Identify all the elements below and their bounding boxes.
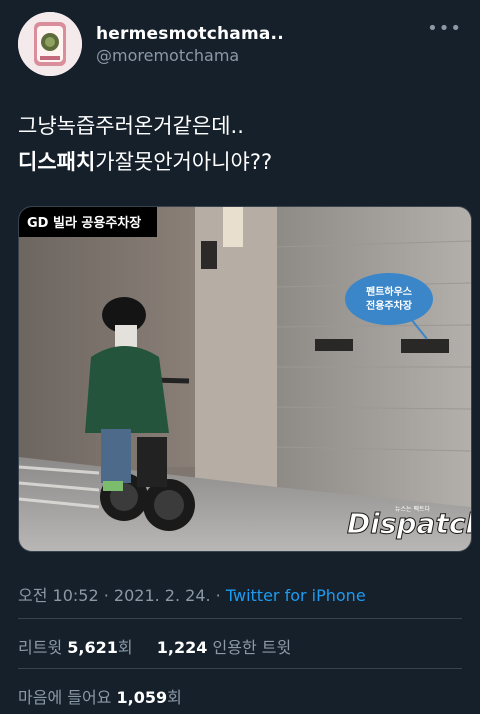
tweet-time[interactable]: 오전 10:52 <box>18 586 99 605</box>
callout-line1: 펜트하우스 <box>366 285 412 298</box>
tweet-meta: 오전 10:52 · 2021. 2. 24. · Twitter for iP… <box>18 582 366 606</box>
tweet-text-rest: 가잘못안거아니야?? <box>95 150 273 174</box>
tweet-header: hermesmotchama.. @moremotchama ••• <box>18 12 462 78</box>
retweets-count[interactable]: 5,621 <box>67 638 118 657</box>
quotes-label[interactable]: 인용한 트윗 <box>213 638 292 657</box>
meta-separator: · <box>210 586 226 605</box>
tweet-client-link[interactable]: Twitter for iPhone <box>226 586 366 605</box>
tweet-photo[interactable]: 펜트하우스 전용주차장 GD 빌라 공용주차장 Dispatch 뉴스는 팩트다 <box>18 206 472 552</box>
likes-label[interactable]: 마음에 들어요 <box>18 688 111 707</box>
retweets-unit: 회 <box>117 638 133 657</box>
location-label: GD 빌라 공용주차장 <box>27 215 141 231</box>
more-dots-icon[interactable]: ••• <box>427 18 462 39</box>
user-handle[interactable]: @moremotchama <box>96 46 284 65</box>
retweets-label[interactable]: 리트윗 <box>18 638 62 657</box>
tweet-text-line2: 디스패치가잘못안거아니야?? <box>18 144 462 180</box>
retweet-stats: 리트윗 5,621회 1,224 인용한 트윗 <box>18 634 291 658</box>
meta-separator: · <box>98 586 114 605</box>
dispatch-tagline: 뉴스는 팩트다 <box>395 505 431 513</box>
likes-count[interactable]: 1,059 <box>117 688 168 707</box>
likes-unit: 회 <box>167 688 182 707</box>
tweet-text-line1: 그냥녹즙주러온거같은데.. <box>18 114 244 138</box>
display-name[interactable]: hermesmotchama.. <box>96 24 284 44</box>
divider <box>18 668 462 669</box>
avatar[interactable] <box>18 12 82 76</box>
tweet-text-bold: 디스패치 <box>18 150 96 174</box>
quotes-count[interactable]: 1,224 <box>157 638 208 657</box>
tweet-date[interactable]: 2021. 2. 24. <box>114 586 211 605</box>
tweet-text: 그냥녹즙주러온거같은데.. 디스패치가잘못안거아니야?? <box>18 108 462 180</box>
callout-line2: 전용주차장 <box>366 299 413 312</box>
divider <box>18 618 462 619</box>
like-stats: 마음에 들어요 1,059회 <box>18 684 182 708</box>
